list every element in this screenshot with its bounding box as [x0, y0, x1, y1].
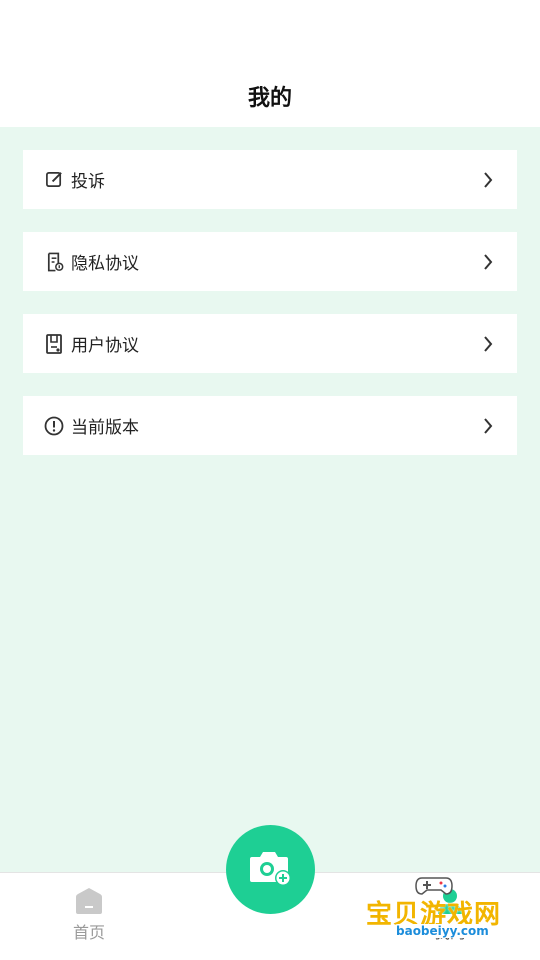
content-area: 投诉 隐私协议 用户协议 当前版本	[0, 127, 540, 872]
tab-home-label: 首页	[72, 923, 105, 942]
menu-item-version[interactable]: 当前版本	[23, 396, 517, 455]
camera-add-icon	[248, 848, 294, 892]
header: 我的	[0, 0, 540, 127]
page-title: 我的	[247, 86, 292, 111]
menu-item-complaint[interactable]: 投诉	[23, 150, 517, 209]
chevron-right-icon	[481, 253, 495, 270]
privacy-document-icon	[44, 252, 64, 272]
menu-item-label: 隐私协议	[71, 254, 139, 274]
info-icon	[44, 416, 64, 436]
chevron-right-icon	[481, 335, 495, 352]
chevron-right-icon	[481, 417, 495, 434]
chevron-right-icon	[481, 171, 495, 188]
menu-item-label: 用户协议	[71, 336, 139, 356]
watermark-logo: 宝贝游戏网 baobeiyy.com	[362, 872, 512, 956]
tab-home[interactable]: 首页	[59, 887, 119, 947]
watermark-url: baobeiyy.com	[392, 924, 493, 938]
edit-icon	[44, 170, 64, 190]
menu-item-user-agreement[interactable]: 用户协议	[23, 314, 517, 373]
menu-item-label: 当前版本	[71, 418, 139, 438]
menu-item-label: 投诉	[71, 172, 105, 192]
menu-item-privacy[interactable]: 隐私协议	[23, 232, 517, 291]
user-agreement-icon	[44, 333, 64, 354]
home-icon	[59, 887, 119, 917]
camera-button[interactable]	[226, 825, 315, 914]
